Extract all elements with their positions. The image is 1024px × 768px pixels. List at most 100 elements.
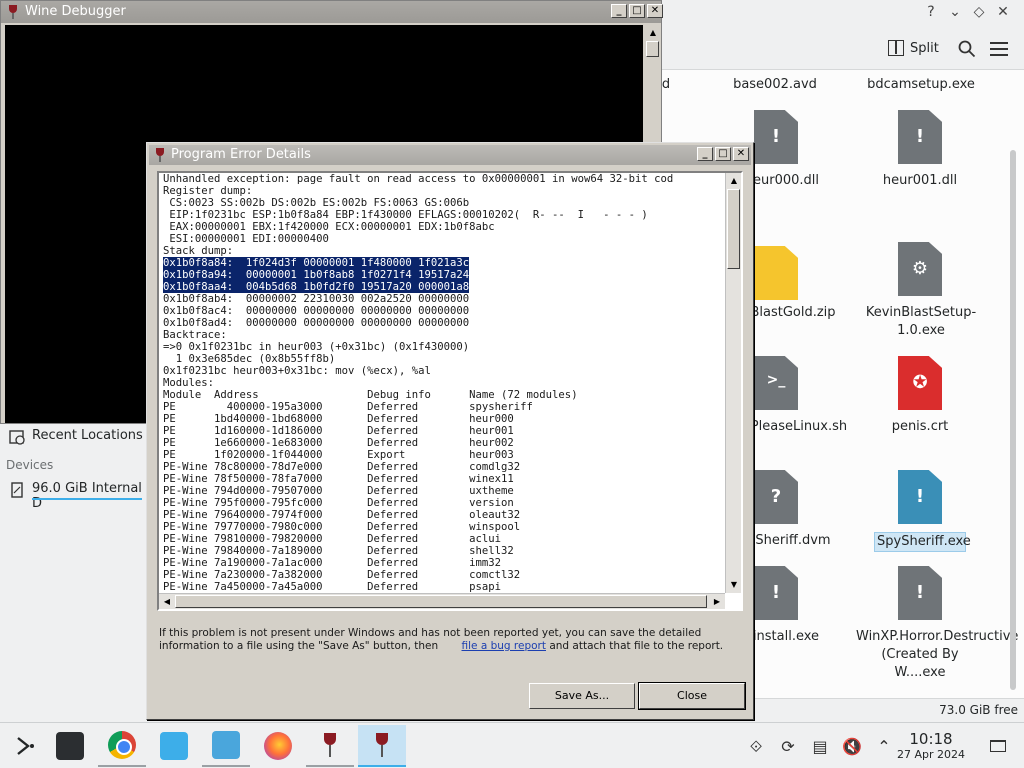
taskbar-wine-debugger[interactable] bbox=[306, 725, 354, 767]
clipboard-icon[interactable]: ▤ bbox=[810, 737, 830, 757]
hamburger-menu-icon[interactable] bbox=[990, 42, 1008, 60]
file-label[interactable]: penis.crt bbox=[866, 418, 974, 436]
text-line: PE-Wine 79770000-7980c000 Deferred winsp… bbox=[163, 521, 521, 533]
executable-file-icon[interactable]: ! bbox=[898, 470, 942, 524]
shell-script-icon[interactable]: >_ bbox=[754, 356, 798, 410]
wine-debugger-titlebar[interactable]: Wine Debugger _ □ ✕ bbox=[1, 1, 663, 23]
clock-time: 10:18 bbox=[909, 730, 953, 748]
vertical-scroll-thumb[interactable] bbox=[727, 189, 740, 269]
close-button[interactable]: ✕ bbox=[647, 4, 663, 18]
text-line: Module Address Debug info Name (72 modul… bbox=[163, 389, 578, 401]
executable-file-icon[interactable]: ⚙ bbox=[898, 242, 942, 296]
file-label[interactable]: heur001.dll bbox=[870, 172, 970, 190]
taskbar-program-error-details[interactable] bbox=[358, 725, 406, 767]
file-label-selected[interactable]: SpySheriff.exe bbox=[874, 532, 971, 552]
file-label[interactable]: bdcamsetup.exe bbox=[856, 76, 986, 94]
maximize-button[interactable]: □ bbox=[715, 147, 731, 161]
dialog-titlebar[interactable]: Program Error Details _ □ ✕ bbox=[149, 145, 751, 165]
text-line: Stack dump: bbox=[163, 245, 234, 257]
updates-icon[interactable]: ⟳ bbox=[778, 737, 798, 757]
close-button[interactable]: ✕ bbox=[733, 147, 749, 161]
kde-connect-icon[interactable]: ⟐ bbox=[746, 737, 766, 757]
scroll-up-arrow-icon[interactable]: ▲ bbox=[645, 25, 661, 41]
text-line: EIP:1f0231bc ESP:1b0f8a84 EBP:1f430000 E… bbox=[163, 209, 648, 221]
file-label[interactable]: WinXP.Horror.Destructive (Created By W..… bbox=[856, 628, 1018, 682]
scroll-left-arrow-icon[interactable]: ◀ bbox=[159, 594, 175, 609]
error-details-textbox[interactable]: Unhandled exception: page fault on read … bbox=[157, 171, 743, 611]
show-desktop-icon[interactable] bbox=[990, 740, 1006, 752]
file-label[interactable]: BlastGold.zip bbox=[748, 304, 838, 322]
volume-muted-icon[interactable]: 🔇 bbox=[842, 737, 862, 757]
maximize-button[interactable]: □ bbox=[629, 4, 645, 18]
certificate-file-icon[interactable]: ✪ bbox=[898, 356, 942, 410]
application-launcher[interactable] bbox=[0, 725, 48, 767]
dialog-title: Program Error Details bbox=[171, 147, 311, 162]
executable-file-icon[interactable]: ! bbox=[754, 566, 798, 620]
text-line: 0x1f0231bc heur003+0x31bc: mov (%ecx), %… bbox=[163, 365, 431, 377]
taskbar-dolphin[interactable] bbox=[202, 725, 250, 767]
text-line: EAX:00000001 EBX:1f420000 ECX:00000001 E… bbox=[163, 221, 495, 233]
wine-icon bbox=[316, 731, 344, 759]
search-icon[interactable] bbox=[958, 40, 976, 58]
taskbar: ⟐ ⟳ ▤ 🔇 ⌃ 10:18 27 Apr 2024 bbox=[0, 722, 1024, 768]
text-line: PE-Wine 7a450000-7a45a000 Deferred psapi bbox=[163, 581, 502, 593]
file-label[interactable]: sPleaseLinux.sh bbox=[744, 418, 847, 436]
text-line: PE-Wine 7a190000-7a1ac000 Deferred imm32 bbox=[163, 557, 502, 569]
taskbar-firefox[interactable] bbox=[254, 725, 302, 767]
drive-usage-bar bbox=[32, 498, 142, 500]
text-line: 0x1b0f8ab4: 00000002 22310030 002a2520 0… bbox=[163, 293, 470, 305]
taskbar-system-settings[interactable] bbox=[46, 725, 94, 767]
sidebar-item-label: Recent Locations bbox=[32, 428, 143, 443]
text-line: PE-Wine 79810000-79820000 Deferred aclui bbox=[163, 533, 502, 545]
digital-clock[interactable]: 10:18 27 Apr 2024 bbox=[888, 730, 974, 762]
info-line: information to a file using the "Save As… bbox=[159, 640, 739, 653]
close-dialog-button[interactable]: Close bbox=[638, 682, 746, 710]
horizontal-scrollbar[interactable]: ◀ ▶ bbox=[159, 593, 725, 609]
sidebar-item-recent-locations[interactable]: Recent Locations bbox=[0, 424, 160, 450]
taskbar-chrome[interactable] bbox=[98, 725, 146, 767]
file-label[interactable]: Sheriff.dvm bbox=[748, 532, 838, 550]
info-text: and attach that file to the report. bbox=[549, 640, 724, 652]
save-as-button[interactable]: Save As... bbox=[529, 683, 635, 709]
text-line: PE-Wine 79640000-7974f000 Deferred oleau… bbox=[163, 509, 521, 521]
file-label[interactable]: install.exe bbox=[746, 628, 826, 646]
split-button[interactable]: Split bbox=[888, 40, 939, 56]
taskbar-discover[interactable] bbox=[150, 725, 198, 767]
text-line: PE 1e660000-1e683000 Deferred heur002 bbox=[163, 437, 514, 449]
drive-icon bbox=[11, 482, 23, 498]
scroll-right-arrow-icon[interactable]: ▶ bbox=[709, 594, 725, 609]
text-line: Register dump: bbox=[163, 185, 253, 197]
scroll-thumb[interactable] bbox=[646, 41, 659, 57]
file-label[interactable]: KevinBlastSetup-1.0.exe bbox=[856, 304, 986, 340]
zip-file-icon[interactable] bbox=[754, 246, 798, 300]
file-manager-toolbar: ? ⌄ ◇ ✕ Split bbox=[660, 0, 1024, 70]
dll-file-icon[interactable]: ! bbox=[754, 110, 798, 164]
keep-above-icon[interactable]: ◇ bbox=[972, 4, 986, 20]
selected-text-line: 0x1b0f8a94: 00000001 1b0f8ab8 1f0271f4 1… bbox=[163, 269, 470, 281]
bug-report-info: If this problem is not present under Win… bbox=[159, 627, 739, 653]
file-label[interactable]: eur000.dll bbox=[746, 172, 826, 190]
executable-file-icon[interactable]: ! bbox=[898, 566, 942, 620]
file-bug-report-link[interactable]: file a bug report bbox=[462, 640, 547, 652]
scroll-up-arrow-icon[interactable]: ▲ bbox=[726, 173, 741, 189]
minimize-icon[interactable]: ⌄ bbox=[948, 4, 962, 20]
close-icon[interactable]: ✕ bbox=[996, 4, 1010, 20]
horizontal-scroll-thumb[interactable] bbox=[175, 595, 707, 608]
free-space-label: 73.0 GiB free bbox=[939, 703, 1018, 717]
help-icon[interactable]: ? bbox=[924, 4, 938, 20]
minimize-button[interactable]: _ bbox=[697, 147, 713, 161]
selected-text-line: 0x1b0f8a84: 1f024d3f 00000001 1f480000 1… bbox=[163, 257, 470, 269]
settings-icon bbox=[56, 732, 84, 760]
dll-file-icon[interactable]: ! bbox=[898, 110, 942, 164]
minimize-button[interactable]: _ bbox=[611, 4, 627, 18]
unknown-file-icon[interactable]: ? bbox=[754, 470, 798, 524]
scroll-down-arrow-icon[interactable]: ▼ bbox=[726, 577, 741, 593]
text-line: PE 400000-195a3000 Deferred spysheriff bbox=[163, 401, 533, 413]
system-tray: ⟐ ⟳ ▤ 🔇 ⌃ bbox=[746, 737, 894, 757]
text-line: 0x1b0f8ad4: 00000000 00000000 00000000 0… bbox=[163, 317, 470, 329]
text-line: 1 0x3e685dec (0x8b55ff8b) bbox=[163, 353, 336, 365]
sidebar-item-internal-drive[interactable]: 96.0 GiB Internal D bbox=[0, 478, 148, 511]
vertical-scrollbar[interactable]: ▲ ▼ bbox=[725, 173, 741, 593]
file-view-scrollbar[interactable] bbox=[1010, 150, 1016, 690]
file-label[interactable]: base002.avd bbox=[720, 76, 830, 94]
